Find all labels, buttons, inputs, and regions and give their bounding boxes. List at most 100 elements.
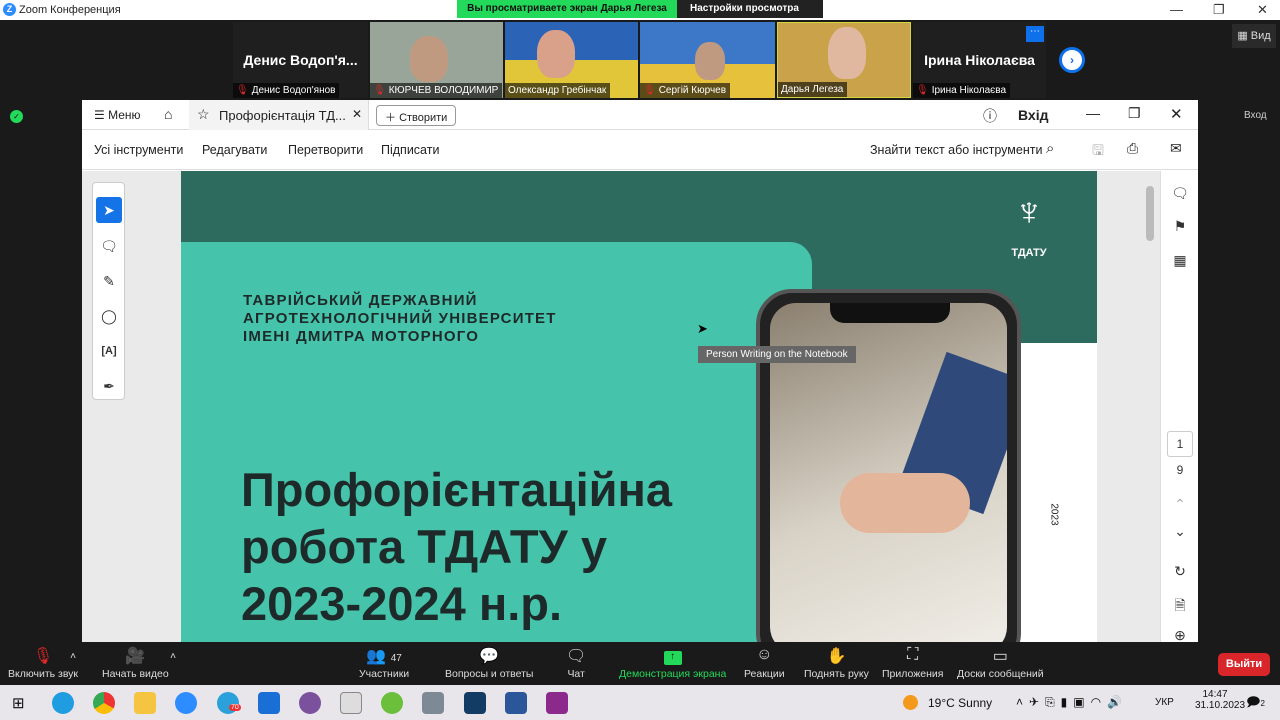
- maximize-button[interactable]: ❐: [1213, 2, 1225, 18]
- utorrent-icon[interactable]: [381, 692, 403, 714]
- share-screen-button[interactable]: ↑ Демонстрация экрана: [619, 646, 726, 680]
- minimize-button[interactable]: —: [1170, 2, 1183, 17]
- restore-button[interactable]: ❐: [1128, 105, 1141, 122]
- participant-name: Денис Водоп'янов: [251, 85, 336, 96]
- signin-button[interactable]: Вхід: [1018, 107, 1049, 123]
- apps-icon: ⛶: [907, 646, 919, 663]
- title-line: робота ТДАТУ у: [241, 520, 607, 573]
- participant-tile[interactable]: 🎙 КЮРЧЕВ ВОЛОДИМИР: [370, 22, 503, 98]
- print-icon[interactable]: ⎙: [1127, 140, 1138, 157]
- star-icon[interactable]: ☆: [197, 106, 210, 123]
- view-options-button[interactable]: Настройки просмотра ⌄: [677, 0, 823, 32]
- close-button[interactable]: ✕: [1170, 105, 1183, 123]
- participant-tile[interactable]: 🎙 Сергій Кюрчев: [640, 22, 775, 98]
- minimize-button[interactable]: —: [1086, 105, 1100, 121]
- highlight-pen-icon[interactable]: ✎: [96, 268, 122, 294]
- menu-button[interactable]: ☰ Меню: [94, 108, 141, 122]
- raise-label: Поднять руку: [804, 668, 869, 680]
- select-cursor-icon[interactable]: ➤: [96, 197, 122, 223]
- create-button[interactable]: ＋ Створити: [376, 105, 457, 126]
- audio-options-chevron[interactable]: ˄: [70, 650, 76, 662]
- share-label: Демонстрация экрана: [619, 668, 727, 680]
- start-video-button[interactable]: 🎥 Начать видео: [102, 646, 169, 680]
- participant-tile[interactable]: Денис Водоп'я... 🎙 Денис Водоп'янов: [233, 22, 368, 98]
- language-indicator[interactable]: УКР: [1155, 697, 1174, 708]
- telegram-icon[interactable]: 70: [217, 692, 241, 714]
- next-page-icon[interactable]: ⌄: [1161, 523, 1199, 540]
- mouse-cursor-icon: ➤: [697, 321, 708, 336]
- vpn-icon[interactable]: [464, 692, 486, 714]
- next-page-arrow-icon[interactable]: ›: [1059, 47, 1085, 73]
- rotate-icon[interactable]: ↻: [1161, 563, 1199, 580]
- leave-button[interactable]: Выйти: [1218, 653, 1270, 676]
- email-icon[interactable]: ✉: [1170, 140, 1182, 157]
- chat-button[interactable]: 🗨 Чат: [566, 646, 586, 680]
- pdf-page: ♆ ТДАТУ ТАВРІЙСЬКИЙ ДЕРЖАВНИЙ АГРОТЕХНОЛ…: [181, 171, 1097, 642]
- convert-menu[interactable]: Перетворити: [288, 143, 363, 157]
- scrollbar-thumb[interactable]: [1146, 186, 1154, 241]
- comments-icon[interactable]: 🗨: [1161, 185, 1199, 202]
- home-icon[interactable]: ⌂: [164, 106, 172, 122]
- participant-tile-active[interactable]: Дарья Легеза: [777, 22, 911, 98]
- close-button[interactable]: ✕: [1257, 2, 1268, 18]
- page-number-input[interactable]: 1: [1167, 431, 1193, 457]
- edge-icon[interactable]: [52, 692, 74, 714]
- chat-icon: 🗨: [566, 648, 587, 665]
- thumbnails-icon[interactable]: ▦: [1161, 252, 1199, 269]
- apps-button[interactable]: ⛶ Приложения: [882, 646, 943, 680]
- sign-icon[interactable]: ✒: [96, 373, 122, 399]
- muted-mic-icon: 🎙: [236, 85, 249, 96]
- draw-freehand-icon[interactable]: ◯: [96, 303, 122, 329]
- search-icon[interactable]: ⌕: [1046, 140, 1054, 157]
- weather-text[interactable]: 19°C Sunny: [928, 696, 992, 710]
- close-tab-icon[interactable]: ✕: [352, 107, 362, 121]
- sign-menu[interactable]: Підписати: [381, 143, 439, 157]
- whiteboards-button[interactable]: ▭ Доски сообщений: [957, 646, 1044, 680]
- extract-page-icon[interactable]: 🗎: [1161, 595, 1199, 619]
- clock[interactable]: 14:47 31.10.2023: [1195, 689, 1245, 711]
- file-explorer-icon[interactable]: [134, 692, 156, 714]
- phone-image: [756, 289, 1021, 642]
- save-icon[interactable]: 🖫: [1092, 140, 1104, 164]
- qa-icon: 💬: [479, 648, 500, 665]
- participant-tile[interactable]: Ірина Ніколаєва 🎙 Ірина Ніколаєва ⋯: [913, 22, 1046, 98]
- add-comment-icon[interactable]: 🗨: [96, 233, 122, 259]
- word-icon[interactable]: [505, 692, 527, 714]
- sharing-banner: Вы просматриваете экран Дарья Легеза: [457, 0, 677, 18]
- edit-menu[interactable]: Редагувати: [202, 143, 267, 157]
- mail-icon[interactable]: [258, 692, 280, 714]
- reactions-button[interactable]: ☺ Реакции: [744, 646, 785, 680]
- title-line: 2023-2024 н.р.: [241, 577, 563, 630]
- text-select-icon[interactable]: [A]: [96, 338, 122, 364]
- calculator-icon[interactable]: [422, 692, 444, 714]
- unmute-button[interactable]: 🎙 Включить звук: [8, 646, 78, 680]
- video-options-chevron[interactable]: ˄: [170, 650, 176, 662]
- search-tools-input[interactable]: Знайти текст або інструменти: [870, 143, 1042, 157]
- exit-fullscreen-label[interactable]: Вход: [1244, 110, 1267, 121]
- unmute-label: Включить звук: [8, 668, 79, 680]
- participants-button[interactable]: 👥 47 Участники: [359, 646, 409, 680]
- qa-button[interactable]: 💬 Вопросы и ответы: [445, 646, 533, 680]
- view-label: Вид: [1250, 30, 1271, 42]
- acrobat-tab-bar: ☰ Меню ⌂ ☆ Профорієнтація ТД... ✕ ＋ Ство…: [82, 100, 1198, 130]
- participant-tile[interactable]: Олександр Гребінчак: [505, 22, 638, 98]
- prev-page-icon[interactable]: ⌃: [1161, 496, 1199, 513]
- video-off-icon: 🎥: [125, 648, 146, 665]
- more-options-icon[interactable]: ⋯: [1026, 26, 1044, 42]
- tray-icons[interactable]: ˄✈⎘▮▣◠🔊: [1016, 695, 1128, 710]
- document-tab[interactable]: ☆ Профорієнтація ТД... ✕: [189, 100, 369, 130]
- muted-mic-icon: 🎙: [32, 648, 54, 665]
- reactions-icon: ☺: [756, 646, 773, 663]
- help-icon[interactable]: ⓘ: [983, 106, 997, 126]
- zoom-app-icon[interactable]: [175, 692, 197, 714]
- chrome-icon[interactable]: [93, 692, 115, 714]
- winrar-icon[interactable]: [546, 692, 568, 714]
- windows-start-icon[interactable]: ⊞: [12, 694, 25, 712]
- viber-icon[interactable]: [299, 692, 321, 714]
- all-tools-menu[interactable]: Усі інструменти: [94, 143, 183, 157]
- view-button[interactable]: ▦ Вид: [1232, 24, 1276, 48]
- bookmarks-icon[interactable]: ⚑: [1161, 218, 1199, 235]
- calendar-app-icon[interactable]: [340, 692, 362, 714]
- raise-hand-button[interactable]: ✋ Поднять руку: [804, 646, 869, 680]
- notifications-icon[interactable]: 🗩2: [1246, 693, 1265, 715]
